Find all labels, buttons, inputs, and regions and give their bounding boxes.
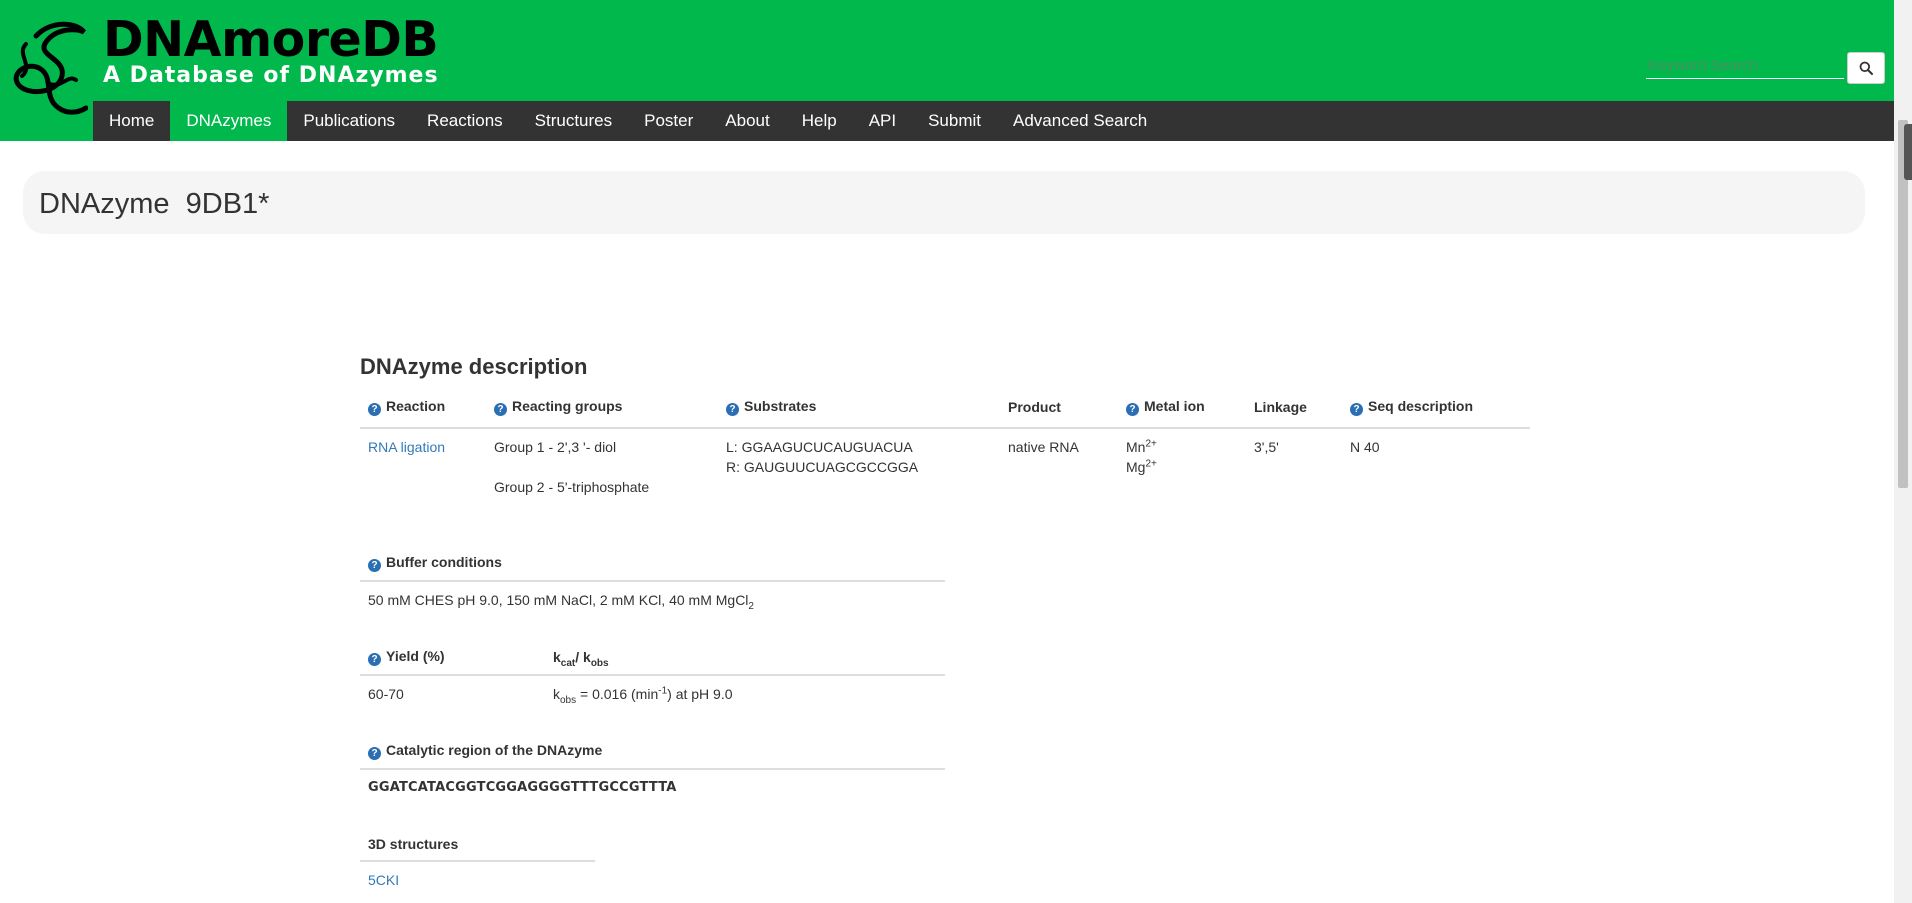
header-metal-ion: ? Metal ion xyxy=(1118,387,1246,429)
seq-description-value: N 40 xyxy=(1350,439,1380,455)
substrate-left: L: GGAAGUCUCAUGUACUA xyxy=(726,439,913,455)
section-heading: DNAzyme description xyxy=(360,354,588,379)
help-icon[interactable]: ? xyxy=(1350,403,1363,416)
buffer-value: 50 mM CHES pH 9.0, 150 mM NaCl, 2 mM KCl… xyxy=(368,592,754,612)
nav-advanced-search[interactable]: Advanced Search xyxy=(997,101,1163,141)
help-icon[interactable]: ? xyxy=(1126,403,1139,416)
nav-help[interactable]: Help xyxy=(786,101,853,141)
dnazyme-logo-icon[interactable] xyxy=(6,14,88,118)
nav-publications[interactable]: Publications xyxy=(287,101,411,141)
catalytic-region-table: ? Catalytic region of the DNAzyme GGATCAT… xyxy=(360,734,945,806)
dnazyme-content: DNAzyme description ? Reaction ? Reacting … xyxy=(360,350,1530,888)
catalytic-sequence: GGATCATACGGTCGGAGGGGTTTGCCGTTTA xyxy=(368,780,677,795)
yield-table: ? Yield (%) kcat/ kobs 60-70 kobs = 0.016… xyxy=(360,640,945,712)
yield-value: 60-70 xyxy=(368,686,404,702)
brand-subtitle: A Database of DNAzymes xyxy=(103,63,439,88)
keyword-search-input[interactable] xyxy=(1646,52,1844,79)
metal-ion-mg: Mg2+ xyxy=(1126,458,1157,475)
linkage-value: 3',5' xyxy=(1254,439,1279,455)
buffer-table: ? Buffer conditions 50 mM CHES pH 9.0, 15… xyxy=(360,546,945,618)
page-title: DNAzyme 9DB1* xyxy=(39,188,270,220)
reacting-group-1: Group 1 - 2',3 '- diol xyxy=(494,439,617,455)
header-substrates: ? Substrates xyxy=(718,387,1000,429)
reaction-link[interactable]: RNA ligation xyxy=(368,439,445,455)
help-icon[interactable]: ? xyxy=(368,747,381,760)
nav-submit[interactable]: Submit xyxy=(912,101,997,141)
nav-dnazymes[interactable]: DNAzymes xyxy=(170,101,288,141)
nav-reactions[interactable]: Reactions xyxy=(411,101,519,141)
header-linkage: Linkage xyxy=(1246,387,1342,429)
header-yield: ? Yield (%) xyxy=(360,640,545,676)
search-button[interactable] xyxy=(1847,52,1885,84)
brand-title[interactable]: DNAmoreDB xyxy=(103,12,439,68)
page-scrollbar[interactable] xyxy=(1894,0,1912,903)
nav-home[interactable]: Home xyxy=(93,101,170,141)
help-icon[interactable]: ? xyxy=(726,403,739,416)
search-icon xyxy=(1859,61,1873,75)
metal-ion-mn: Mn2+ xyxy=(1126,438,1157,455)
side-panel-tab[interactable] xyxy=(1904,124,1912,180)
title-banner: DNAzyme 9DB1* xyxy=(23,171,1865,234)
description-table: ? Reaction ? Reacting groups ? Substrates P… xyxy=(360,387,1530,505)
nav-api[interactable]: API xyxy=(853,101,912,141)
table-row: RNA ligation Group 1 - 2',3 '- diol Grou… xyxy=(360,428,1530,505)
help-icon[interactable]: ? xyxy=(368,403,381,416)
structure-link[interactable]: 5CKI xyxy=(368,872,399,888)
header-catalytic-region: ? Catalytic region of the DNAzyme xyxy=(360,734,945,770)
nav-structures[interactable]: Structures xyxy=(519,101,628,141)
product-value: native RNA xyxy=(1008,439,1079,455)
help-icon[interactable]: ? xyxy=(368,559,381,572)
table-row: 5CKI xyxy=(360,861,595,898)
substrate-right: R: GAUGUUCUAGCGCCGGA xyxy=(726,459,919,475)
header-reaction: ? Reaction xyxy=(360,387,486,429)
table-row: 60-70 kobs = 0.016 (min-1) at pH 9.0 xyxy=(360,675,945,712)
header-3d-structures: 3D structures xyxy=(360,828,595,862)
header-buffer-conditions: ? Buffer conditions xyxy=(360,546,945,582)
help-icon[interactable]: ? xyxy=(494,403,507,416)
header-seq-description: ? Seq description xyxy=(1342,387,1530,429)
table-row: 50 mM CHES pH 9.0, 150 mM NaCl, 2 mM KCl… xyxy=(360,581,945,618)
header-product: Product xyxy=(1000,387,1118,429)
header-reacting-groups: ? Reacting groups xyxy=(486,387,718,429)
reacting-group-2: Group 2 - 5'-triphosphate xyxy=(494,479,650,495)
header-kcat-kobs: kcat/ kobs xyxy=(545,640,945,676)
help-icon[interactable]: ? xyxy=(368,653,381,666)
nav-poster[interactable]: Poster xyxy=(628,101,709,141)
main-navbar: Home DNAzymes Publications Reactions Str… xyxy=(93,101,1894,141)
table-row: GGATCATACGGTCGGAGGGGTTTGCCGTTTA xyxy=(360,769,945,806)
kobs-value: kobs = 0.016 (min-1) at pH 9.0 xyxy=(553,685,733,706)
nav-about[interactable]: About xyxy=(709,101,785,141)
structures-table: 3D structures 5CKI xyxy=(360,828,595,898)
